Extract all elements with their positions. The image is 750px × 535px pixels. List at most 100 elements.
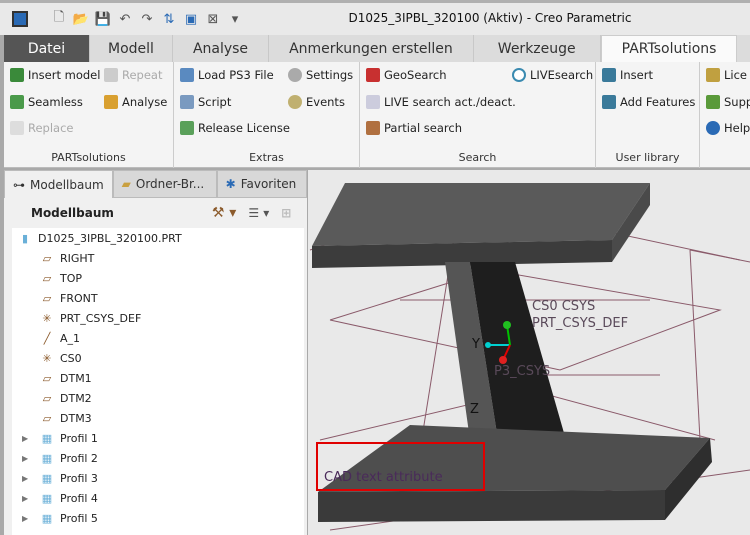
label: Ordner-Br...: [135, 177, 205, 191]
expand-arrow-icon[interactable]: ▶: [22, 514, 34, 523]
hide-tree-icon[interactable]: ⊞: [281, 206, 291, 220]
graphics-viewport[interactable]: CS0 CSYS PRT_CSYS_DEF P3_CSYS Y Z CAD te…: [308, 170, 750, 535]
insert-button[interactable]: Insert: [602, 68, 653, 82]
bottom-flange-front: [318, 490, 665, 522]
tree-item[interactable]: ✳ PRT_CSYS_DEF: [12, 308, 304, 328]
license-button[interactable]: Lice: [706, 68, 747, 82]
label: Modellbaum: [30, 177, 104, 192]
tab-werkzeuge[interactable]: Werkzeuge: [474, 35, 601, 62]
script-button[interactable]: Script: [180, 95, 231, 109]
model-tree: ▮ D1025_3IPBL_320100.PRT ▱ RIGHT ▱ TOP ▱ FRONT ✳…: [12, 228, 304, 535]
livesearch-button[interactable]: LIVEsearch: [512, 68, 593, 82]
datum-plane-icon: ▱: [42, 291, 52, 305]
power-icon: [366, 95, 380, 109]
add-features-button[interactable]: Add Features: [602, 95, 695, 109]
cad-text-attribute[interactable]: CAD text attribute: [324, 470, 443, 485]
i-beam-model: CS0 CSYS PRT_CSYS_DEF P3_CSYS Y Z CAD te…: [309, 183, 750, 531]
repeat-button[interactable]: Repeat: [104, 68, 162, 82]
label: LIVE search act./deact.: [384, 95, 516, 109]
geosearch-button[interactable]: GeoSearch: [366, 68, 447, 82]
tab-modell[interactable]: Modell: [90, 35, 173, 62]
tab-modellbaum[interactable]: ⊶ Modellbaum: [4, 170, 113, 198]
release-license-button[interactable]: Release License: [180, 121, 290, 135]
group-search: GeoSearch LIVEsearch LIVE search act./de…: [360, 62, 596, 168]
expand-arrow-icon[interactable]: ▶: [22, 494, 34, 503]
label: Replace: [28, 121, 74, 135]
tree-icon: ⊶: [13, 177, 25, 192]
label: Events: [306, 95, 345, 109]
part-icon: ▮: [21, 231, 29, 245]
events-button[interactable]: Events: [288, 95, 345, 109]
replace-button[interactable]: Replace: [10, 121, 74, 135]
tab-ordner-browser[interactable]: ▰ Ordner-Br...: [112, 170, 217, 198]
label: Settings: [306, 68, 354, 82]
tree-item[interactable]: ✳ CS0: [12, 348, 304, 368]
group-label: PARTsolutions: [51, 151, 126, 164]
support-button[interactable]: Supp: [706, 95, 750, 109]
tree-item-label: TOP: [60, 271, 83, 285]
insert-model-button[interactable]: Insert model: [10, 68, 100, 82]
settings-button[interactable]: Settings: [288, 68, 353, 82]
feature-icon: ▦: [41, 431, 53, 445]
help-button[interactable]: Help: [706, 121, 750, 135]
tree-item-label: DTM1: [60, 371, 92, 385]
tree-item-label: DTM3: [60, 411, 92, 425]
tree-item[interactable]: ▶ ▦ Profil 4: [12, 488, 304, 508]
tab-datei[interactable]: Datei: [4, 35, 90, 62]
tab-anmerkungen[interactable]: Anmerkungen erstellen: [269, 35, 474, 62]
label: Supp: [724, 95, 750, 109]
analyse-button[interactable]: Analyse: [104, 95, 167, 109]
tree-item-label: D1025_3IPBL_320100.PRT: [38, 231, 182, 245]
label: Load PS3 File: [198, 68, 274, 82]
datum-plane-icon: ▱: [42, 391, 52, 405]
panel-title: Modellbaum: [31, 206, 114, 220]
tree-item[interactable]: ▶ ▦ Profil 2: [12, 448, 304, 468]
live-search-toggle-button[interactable]: LIVE search act./deact.: [366, 95, 516, 109]
window-title: D1025_3IPBL_320100 (Aktiv) - Creo Parame…: [348, 11, 632, 25]
analyse-icon: [104, 95, 118, 109]
load-ps3-button[interactable]: Load PS3 File: [180, 68, 274, 82]
feature-icon: ▦: [41, 471, 53, 485]
tree-item-label: Profil 3: [60, 471, 98, 485]
ps3-file-icon: [180, 68, 194, 82]
group-label: Search: [458, 151, 497, 164]
expand-arrow-icon[interactable]: ▶: [22, 454, 34, 463]
csys-icon: ✳: [42, 351, 52, 365]
tree-item[interactable]: ▶ ▦ Profil 3: [12, 468, 304, 488]
tree-item[interactable]: ▱ DTM3: [12, 408, 304, 428]
tree-item[interactable]: ▶ ▦ Profil 5: [12, 508, 304, 528]
expand-arrow-icon[interactable]: ▶: [22, 434, 34, 443]
panel-header: Modellbaum ⚒ ▾ ☰ ▾ ⊞: [4, 198, 307, 228]
seamless-button[interactable]: Seamless: [10, 95, 83, 109]
label: Lice: [724, 68, 747, 82]
partial-search-button[interactable]: Partial search: [366, 121, 462, 135]
label: Seamless: [28, 95, 83, 109]
tree-item[interactable]: ▶ ▦ Profil 1: [12, 428, 304, 448]
expand-arrow-icon[interactable]: ▶: [22, 474, 34, 483]
key-icon: [706, 68, 720, 82]
repeat-icon: [104, 68, 118, 82]
cs0-label: CS0 CSYS: [532, 299, 595, 314]
show-list-icon[interactable]: ☰ ▾: [248, 206, 269, 220]
license-icon: [180, 121, 194, 135]
tools-icon[interactable]: ⚒ ▾: [212, 205, 236, 221]
tree-item[interactable]: ▱ FRONT: [12, 288, 304, 308]
tree-item[interactable]: ▮ D1025_3IPBL_320100.PRT: [12, 228, 304, 248]
tree-item[interactable]: ╱ A_1: [12, 328, 304, 348]
favorites-icon: ✱: [225, 177, 236, 191]
tab-favoriten[interactable]: ✱ Favoriten: [216, 170, 307, 198]
tree-item[interactable]: ▱ DTM1: [12, 368, 304, 388]
tree-item-label: RIGHT: [60, 251, 95, 265]
tree-item-label: CS0: [60, 351, 82, 365]
group-partsolutions: Insert model Repeat Seamless Analyse Rep…: [4, 62, 174, 168]
model-tree-panel: ⊶ Modellbaum ▰ Ordner-Br... ✱ Favoriten Mod…: [4, 170, 307, 535]
tree-item[interactable]: ▱ TOP: [12, 268, 304, 288]
tab-partsolutions[interactable]: PARTsolutions: [600, 35, 738, 62]
tree-item-label: Profil 4: [60, 491, 98, 505]
tab-analyse[interactable]: Analyse: [173, 35, 270, 62]
help-icon: [706, 121, 720, 135]
feature-icon: ▦: [41, 451, 53, 465]
tree-item[interactable]: ▱ RIGHT: [12, 248, 304, 268]
tree-item[interactable]: ▱ DTM2: [12, 388, 304, 408]
label: Partial search: [384, 121, 462, 135]
